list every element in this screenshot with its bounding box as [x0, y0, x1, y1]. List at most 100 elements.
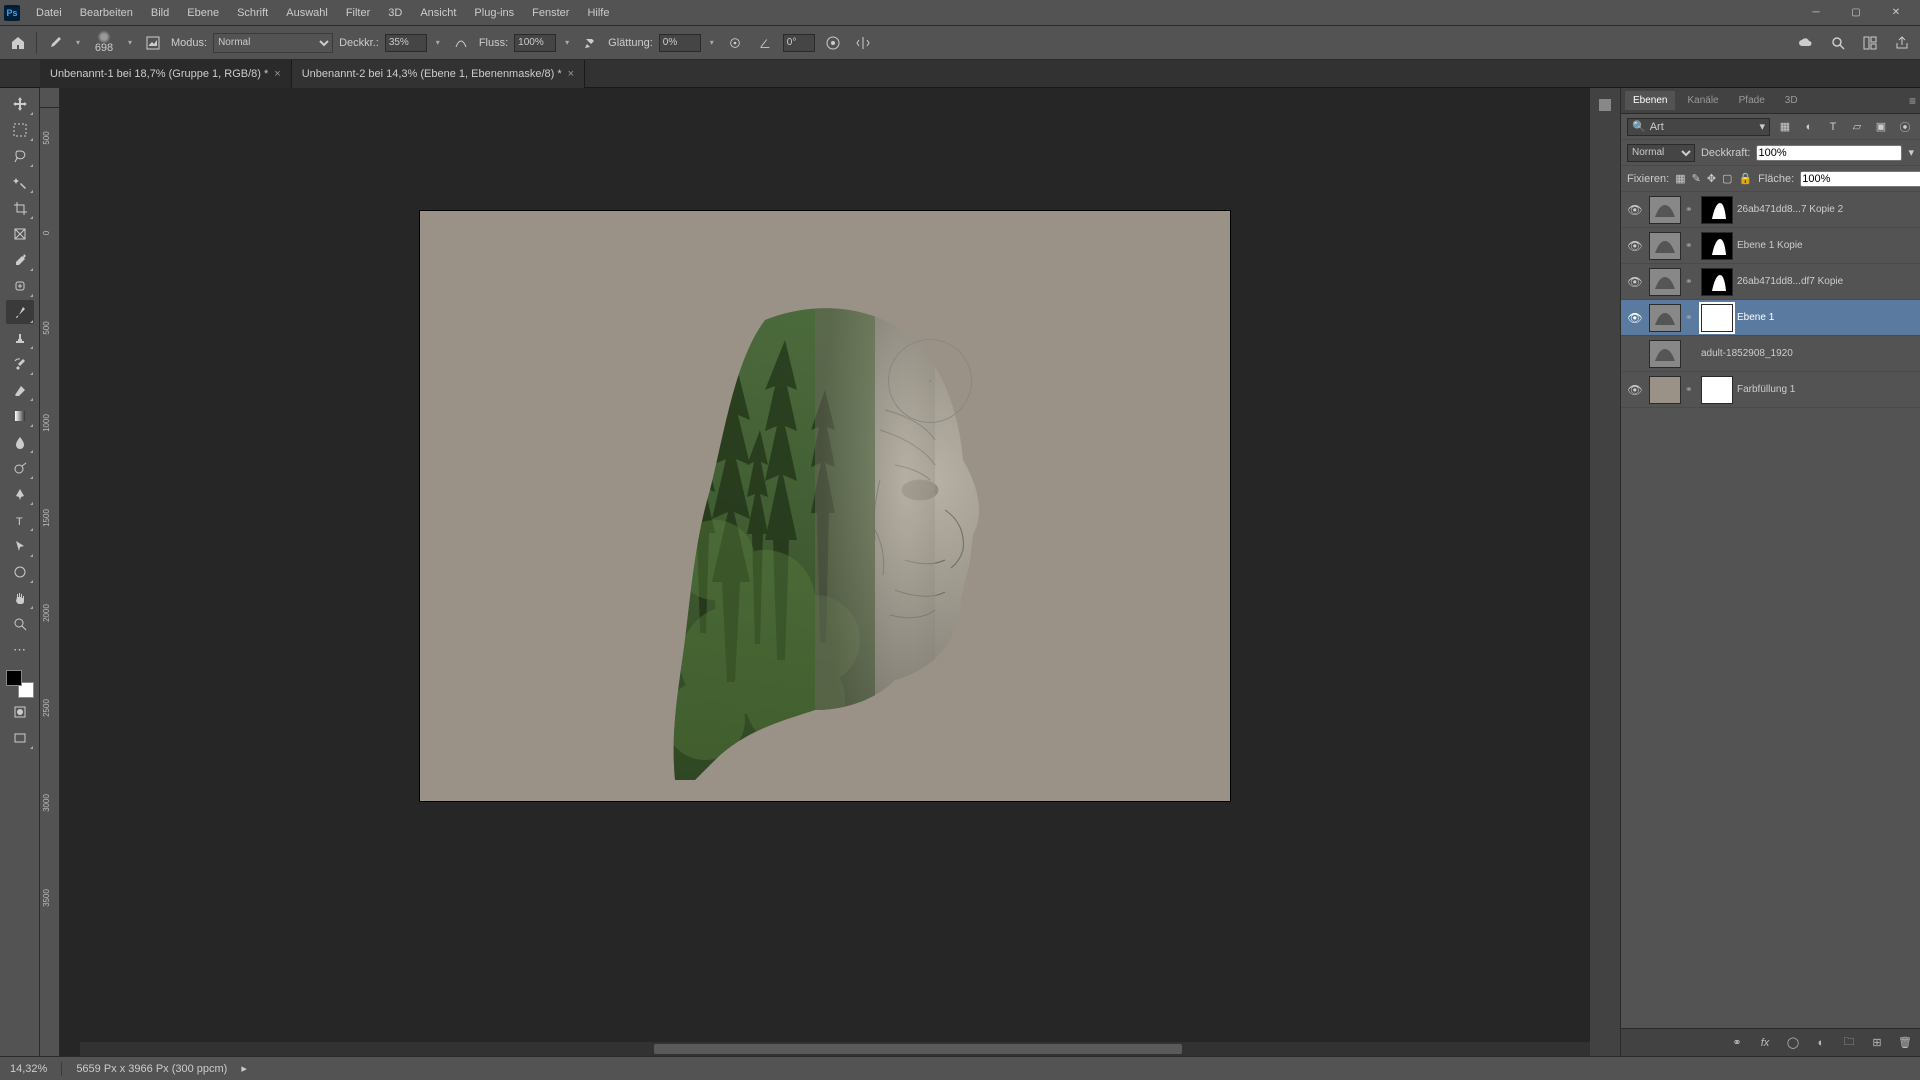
adjustment-layer-icon[interactable]: ◐	[1812, 1034, 1830, 1052]
menu-auswahl[interactable]: Auswahl	[278, 3, 336, 23]
brush-tool-icon[interactable]	[43, 31, 67, 55]
angle-input[interactable]	[783, 34, 815, 52]
lock-transparency-icon[interactable]: ▦	[1675, 170, 1685, 188]
share-icon[interactable]	[1890, 31, 1914, 55]
menu-fenster[interactable]: Fenster	[524, 3, 577, 23]
layer-group-icon[interactable]: 🗀	[1840, 1034, 1858, 1052]
pressure-opacity-icon[interactable]	[449, 31, 473, 55]
hand-tool[interactable]	[6, 586, 34, 610]
layer-thumbnail[interactable]	[1649, 268, 1681, 296]
layer-name[interactable]: Ebene 1 Kopie	[1737, 240, 1916, 251]
menu-bearbeiten[interactable]: Bearbeiten	[72, 3, 141, 23]
layer-search[interactable]: 🔍 Art ▾	[1627, 118, 1770, 136]
angle-icon[interactable]	[753, 31, 777, 55]
history-brush-tool[interactable]	[6, 352, 34, 376]
layer-thumbnail[interactable]	[1649, 340, 1681, 368]
menu-plugins[interactable]: Plug-ins	[466, 3, 522, 23]
menu-ebene[interactable]: Ebene	[179, 3, 227, 23]
quickmask-tool[interactable]	[6, 700, 34, 724]
edit-toolbar[interactable]: ⋯	[6, 638, 34, 662]
visibility-icon[interactable]: 👁	[1625, 203, 1645, 217]
layer-blend-mode[interactable]: Normal	[1627, 144, 1695, 162]
menu-schrift[interactable]: Schrift	[229, 3, 276, 23]
ruler-vertical[interactable]: 5000500100015002000250030003500	[40, 108, 60, 1056]
mask-thumbnail[interactable]	[1701, 304, 1733, 332]
screenmode-tool[interactable]	[6, 726, 34, 750]
eraser-tool[interactable]	[6, 378, 34, 402]
tool-preset-dropdown[interactable]: ▾	[73, 38, 83, 48]
tab-close-icon[interactable]: ×	[568, 68, 574, 80]
lock-artboard-icon[interactable]: ▢	[1722, 170, 1732, 188]
layer-row[interactable]: adult-1852908_1920	[1621, 336, 1920, 372]
search-icon[interactable]	[1826, 31, 1850, 55]
layer-mask-icon[interactable]: ◯	[1784, 1034, 1802, 1052]
menu-filter[interactable]: Filter	[338, 3, 378, 23]
filter-type-icon[interactable]: T	[1824, 118, 1842, 136]
smoothing-input[interactable]	[659, 34, 701, 52]
magic-wand-tool[interactable]	[6, 170, 34, 194]
filter-smart-icon[interactable]: ▣	[1872, 118, 1890, 136]
lock-all-icon[interactable]: 🔒	[1738, 170, 1752, 188]
layer-thumbnail[interactable]	[1649, 376, 1681, 404]
tab-pfade[interactable]: Pfade	[1731, 91, 1773, 110]
visibility-icon[interactable]: 👁	[1625, 311, 1645, 325]
home-icon[interactable]	[6, 31, 30, 55]
layer-row[interactable]: 👁⚭26ab471dd8...7 Kopie 2	[1621, 192, 1920, 228]
mask-thumbnail[interactable]	[1701, 196, 1733, 224]
menu-datei[interactable]: Datei	[28, 3, 70, 23]
type-tool[interactable]: T	[6, 508, 34, 532]
brush-panel-icon[interactable]	[141, 31, 165, 55]
tab-close-icon[interactable]: ×	[274, 68, 280, 80]
pen-tool[interactable]	[6, 482, 34, 506]
visibility-icon[interactable]: 👁	[1625, 239, 1645, 253]
close-button[interactable]: ✕	[1876, 0, 1916, 26]
minimize-button[interactable]: ─	[1796, 0, 1836, 26]
frame-tool[interactable]	[6, 222, 34, 246]
smoothing-options-icon[interactable]	[723, 31, 747, 55]
lasso-tool[interactable]	[6, 144, 34, 168]
path-select-tool[interactable]	[6, 534, 34, 558]
layer-name[interactable]: 26ab471dd8...df7 Kopie	[1737, 276, 1916, 287]
dodge-tool[interactable]	[6, 456, 34, 480]
delete-layer-icon[interactable]: 🗑	[1896, 1034, 1914, 1052]
visibility-icon[interactable]: 👁	[1625, 275, 1645, 289]
document-tab-1[interactable]: Unbenannt-1 bei 18,7% (Gruppe 1, RGB/8) …	[40, 60, 292, 88]
cloud-icon[interactable]	[1794, 31, 1818, 55]
mask-thumbnail[interactable]	[1701, 376, 1733, 404]
flow-input[interactable]	[514, 34, 556, 52]
opacity-dropdown[interactable]: ▾	[433, 38, 443, 48]
maximize-button[interactable]: ▢	[1836, 0, 1876, 26]
lock-pixels-icon[interactable]: ✎	[1692, 170, 1701, 188]
layer-fx-icon[interactable]: fx	[1756, 1034, 1774, 1052]
brush-tool[interactable]	[6, 300, 34, 324]
layer-opacity-input[interactable]	[1756, 145, 1902, 161]
menu-bild[interactable]: Bild	[143, 3, 177, 23]
brush-preset-dropdown[interactable]: ▾	[125, 38, 135, 48]
scrollbar-horizontal[interactable]	[80, 1042, 1590, 1056]
flow-dropdown[interactable]: ▾	[562, 38, 572, 48]
pressure-size-icon[interactable]	[821, 31, 845, 55]
tab-ebenen[interactable]: Ebenen	[1625, 91, 1675, 110]
mask-thumbnail[interactable]	[1701, 232, 1733, 260]
layer-row[interactable]: 👁⚭Farbfüllung 1	[1621, 372, 1920, 408]
panel-menu-icon[interactable]: ≡	[1909, 94, 1916, 108]
stamp-tool[interactable]	[6, 326, 34, 350]
layer-name[interactable]: Ebene 1	[1737, 312, 1916, 323]
layer-thumbnail[interactable]	[1649, 196, 1681, 224]
airbrush-icon[interactable]	[578, 31, 602, 55]
shape-tool[interactable]	[6, 560, 34, 584]
tab-3d[interactable]: 3D	[1777, 91, 1806, 110]
layer-name[interactable]: adult-1852908_1920	[1701, 348, 1916, 359]
layer-row[interactable]: 👁⚭Ebene 1	[1621, 300, 1920, 336]
filter-pixel-icon[interactable]: ▦	[1776, 118, 1794, 136]
menu-hilfe[interactable]: Hilfe	[579, 3, 617, 23]
move-tool[interactable]	[6, 92, 34, 116]
zoom-tool[interactable]	[6, 612, 34, 636]
menu-ansicht[interactable]: Ansicht	[412, 3, 464, 23]
gradient-tool[interactable]	[6, 404, 34, 428]
layer-thumbnail[interactable]	[1649, 232, 1681, 260]
link-layers-icon[interactable]: ⚭	[1728, 1034, 1746, 1052]
lock-position-icon[interactable]: ✥	[1707, 170, 1716, 188]
info-dropdown[interactable]: ▸	[241, 1062, 247, 1075]
workspace-icon[interactable]	[1858, 31, 1882, 55]
